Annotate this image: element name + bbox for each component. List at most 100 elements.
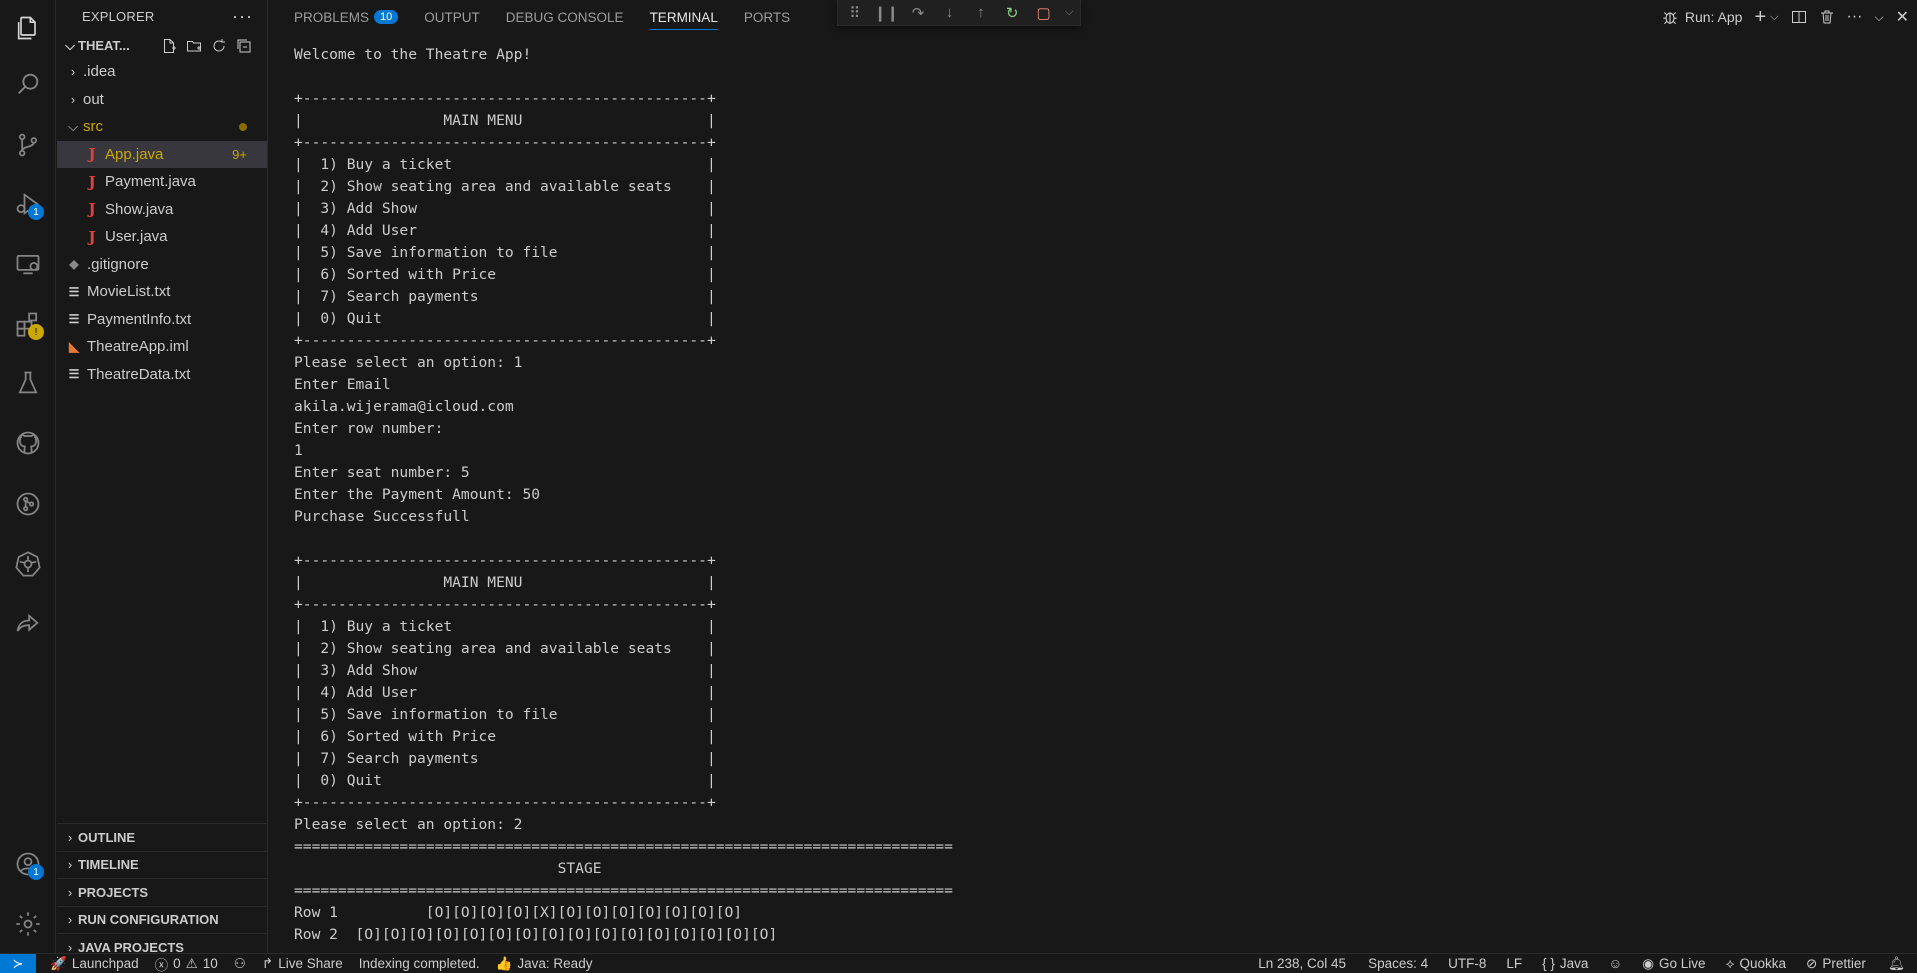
chevron-down-icon: ⌵ (65, 37, 75, 53)
step-into-icon[interactable]: ↓ (939, 2, 960, 24)
cursor-position[interactable]: Ln 238, Col 45 (1246, 956, 1358, 971)
tab-ports[interactable]: PORTS (744, 0, 790, 34)
section-outline[interactable]: › OUTLINE (57, 823, 268, 851)
remote-explorer-icon[interactable] (0, 236, 56, 292)
new-file-icon[interactable] (160, 37, 178, 55)
tree-item-label: out (83, 90, 104, 108)
terminal-line: | 1) Buy a ticket | (294, 156, 716, 173)
remote-indicator-icon[interactable]: ≻ (0, 953, 36, 973)
terminal-line: Enter Email (294, 376, 391, 393)
split-terminal-icon[interactable] (1791, 9, 1807, 25)
tab-problems[interactable]: PROBLEMS 10 (294, 0, 399, 34)
quokka-item[interactable]: ⟡ Quokka (1716, 956, 1796, 972)
run-debug-icon[interactable]: 1 (0, 176, 56, 232)
tree-folder[interactable]: › out (57, 86, 267, 114)
tree-file[interactable]: J User.java (57, 223, 267, 251)
live-share-icon[interactable] (0, 596, 56, 652)
terminal-line: | 2) Show seating area and available sea… (294, 178, 716, 195)
live-share-item[interactable]: ↱ Live Share (254, 956, 351, 972)
terminal-line: Enter row number: (294, 420, 444, 437)
trash-icon[interactable] (1819, 9, 1835, 25)
tree-file[interactable]: J Payment.java (57, 168, 267, 196)
root-folder[interactable]: ⌵ THEAT... (57, 33, 267, 58)
tree-file[interactable]: ☰ TheatreData.txt (57, 361, 267, 389)
tab-label: TERMINAL (649, 9, 718, 25)
double-check-icon: ⊘ (1806, 955, 1818, 971)
problems-item[interactable]: ⓧ 0 ⚠ 10 (147, 954, 226, 973)
step-over-icon[interactable]: ↷ (907, 2, 928, 24)
language-mode[interactable]: { } Java (1532, 956, 1598, 971)
terminal-line: Row 1 [O][O][O][O][X][O][O][O][O][O][O][… (294, 904, 743, 921)
source-control-icon[interactable] (0, 117, 56, 173)
new-folder-icon[interactable] (185, 37, 203, 55)
terminal-line: Please select an option: 1 (294, 354, 523, 371)
more-actions-icon[interactable]: ··· (1847, 8, 1863, 26)
bell-icon: 🔔︎ (1887, 955, 1905, 971)
refresh-icon[interactable] (210, 37, 228, 55)
end-of-line[interactable]: LF (1496, 956, 1532, 971)
stop-icon[interactable]: ▢ (1033, 2, 1054, 24)
cursor-position-label: Ln 238, Col 45 (1258, 956, 1347, 971)
pause-icon[interactable]: ❙❙ (874, 2, 899, 24)
collapse-all-icon[interactable] (235, 37, 253, 55)
go-live-item[interactable]: ◉ Go Live (1632, 956, 1715, 972)
section-timeline[interactable]: › TIMELINE (57, 850, 268, 879)
java-file-icon: J (88, 172, 96, 191)
section-projects[interactable]: › PROJECTS (57, 878, 268, 906)
prettier-item[interactable]: ⊘ Prettier (1796, 956, 1876, 972)
terminal-line: | MAIN MENU | (294, 112, 716, 129)
quokka-label: Quokka (1739, 956, 1787, 971)
accounts-icon[interactable]: 1 (0, 836, 56, 892)
testing-icon[interactable] (0, 355, 56, 411)
tab-output[interactable]: OUTPUT (424, 0, 480, 34)
debug-icon[interactable]: Run: App (1661, 8, 1742, 26)
tree-file[interactable]: ◆ .gitignore (57, 251, 267, 279)
tab-terminal[interactable]: TERMINAL (649, 0, 719, 34)
kubernetes-icon[interactable] (0, 536, 56, 592)
run-debug-badge: 1 (28, 204, 44, 220)
go-live-label: Go Live (1659, 956, 1706, 971)
tree-file[interactable]: J App.java 9+ (57, 140, 267, 168)
encoding[interactable]: UTF-8 (1438, 956, 1496, 971)
launchpad-item[interactable]: 🚀 Launchpad (36, 956, 147, 972)
tree-folder[interactable]: › .idea (57, 58, 267, 86)
language-label: Java (1559, 956, 1589, 971)
tree-item-label: Show.java (105, 200, 174, 218)
terminal-output[interactable]: Welcome to the Theatre App! +------------… (294, 44, 1904, 954)
maximize-panel-icon[interactable]: ⌵ (1874, 10, 1883, 25)
java-status-item[interactable]: 👍 Java: Ready (488, 956, 601, 972)
extensions-icon[interactable]: ! (0, 296, 56, 352)
git-graph-icon[interactable] (0, 476, 56, 532)
notifications-item[interactable]: 🔔︎ (1876, 956, 1917, 972)
close-icon[interactable]: ✕ (1896, 7, 1909, 27)
restart-icon[interactable]: ↻ (1002, 2, 1023, 24)
live-share-label: Live Share (278, 956, 343, 971)
chevron-down-icon[interactable]: ⌵ (1064, 2, 1074, 24)
settings-gear-icon[interactable] (0, 896, 56, 952)
file-tree: › .idea › out ⌵ src J App.java 9+ J Payment.java J S… (57, 58, 267, 388)
copilot-item[interactable]: ☺ (1598, 956, 1632, 971)
extensions-warning-badge: ! (28, 324, 44, 340)
explorer-title: EXPLORER (82, 9, 155, 24)
section-run-configuration[interactable]: › RUN CONFIGURATION (57, 905, 268, 934)
step-out-icon[interactable]: ↑ (970, 2, 991, 24)
tree-folder[interactable]: ⌵ src (57, 113, 267, 141)
tree-file[interactable]: ☰ MovieList.txt (57, 278, 267, 306)
explorer-icon[interactable] (0, 0, 56, 56)
tree-file[interactable]: ☰ PaymentInfo.txt (57, 306, 267, 334)
terminal-dropdown-icon[interactable]: ⌵ (1770, 11, 1778, 24)
new-terminal-icon[interactable]: + (1754, 6, 1766, 29)
tab-debug-console[interactable]: DEBUG CONSOLE (506, 0, 624, 34)
search-icon[interactable] (0, 56, 56, 112)
tree-item-label: .idea (83, 63, 116, 81)
tree-file[interactable]: ◣ TheatreApp.iml (57, 333, 267, 361)
indentation[interactable]: Spaces: 4 (1358, 956, 1438, 971)
github-icon[interactable] (0, 415, 56, 471)
tree-file[interactable]: J Show.java (57, 196, 267, 224)
live-share-icon: ↱ (261, 955, 274, 971)
more-actions-icon[interactable]: ··· (232, 6, 253, 27)
error-icon: ⓧ (154, 957, 169, 973)
run-item[interactable]: ⚇ (226, 956, 254, 972)
drag-handle-icon[interactable]: ⠿ (844, 2, 865, 24)
